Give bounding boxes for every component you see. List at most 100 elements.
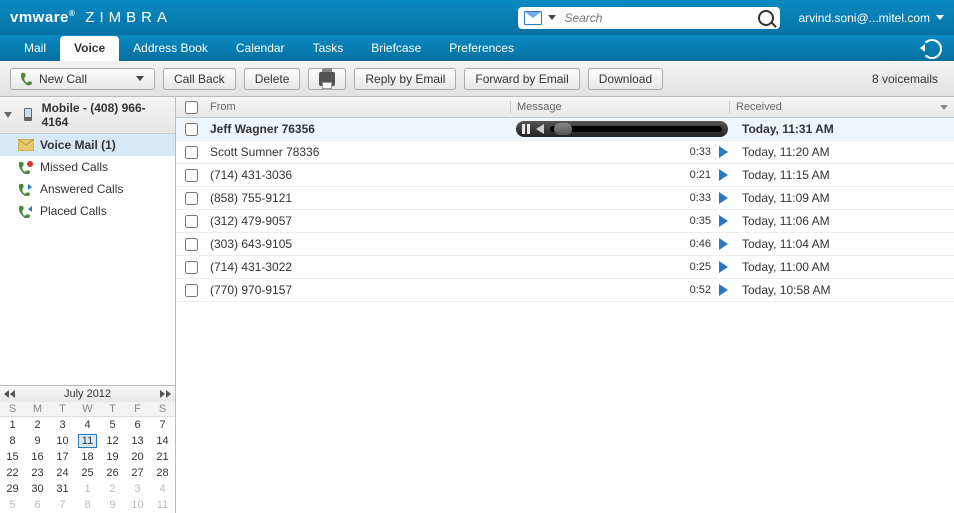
search-scope-dropdown-icon[interactable]: [548, 15, 556, 20]
calendar-day[interactable]: 6: [25, 497, 50, 513]
audio-player[interactable]: [516, 121, 728, 137]
row-checkbox[interactable]: [185, 146, 198, 159]
call-back-button[interactable]: Call Back: [163, 68, 236, 90]
message-row[interactable]: Jeff Wagner 76356Today, 11:31 AM: [176, 118, 954, 141]
calendar-day[interactable]: 22: [0, 465, 25, 481]
sidebar-item-placed[interactable]: Placed Calls: [0, 200, 175, 222]
play-icon[interactable]: [719, 284, 728, 296]
calendar-day[interactable]: 19: [100, 449, 125, 465]
calendar-day[interactable]: 4: [75, 417, 100, 434]
tab-preferences[interactable]: Preferences: [435, 36, 528, 61]
search-input[interactable]: [562, 10, 752, 26]
calendar-day[interactable]: 21: [150, 449, 175, 465]
calendar-day[interactable]: 26: [100, 465, 125, 481]
volume-icon[interactable]: [536, 124, 544, 134]
calendar-day[interactable]: 1: [75, 481, 100, 497]
tab-tasks[interactable]: Tasks: [299, 36, 358, 61]
row-checkbox[interactable]: [185, 123, 198, 136]
calendar-day[interactable]: 11: [75, 433, 100, 449]
message-row[interactable]: (770) 970-91570:52Today, 10:58 AM: [176, 279, 954, 302]
calendar-day[interactable]: 8: [75, 497, 100, 513]
calendar-day[interactable]: 30: [25, 481, 50, 497]
calendar-day[interactable]: 17: [50, 449, 75, 465]
calendar-day[interactable]: 5: [100, 417, 125, 434]
user-menu[interactable]: arvind.soni@...mitel.com: [798, 11, 944, 25]
calendar-day[interactable]: 15: [0, 449, 25, 465]
message-row[interactable]: (858) 755-91210:33Today, 11:09 AM: [176, 187, 954, 210]
column-from[interactable]: From: [206, 101, 510, 113]
calendar-day[interactable]: 23: [25, 465, 50, 481]
scrubber-track[interactable]: [550, 126, 722, 132]
calendar-day[interactable]: 13: [125, 433, 150, 449]
calendar-day[interactable]: 10: [125, 497, 150, 513]
message-row[interactable]: (303) 643-91050:46Today, 11:04 AM: [176, 233, 954, 256]
calendar-day[interactable]: 11: [150, 497, 175, 513]
calendar-day[interactable]: 10: [50, 433, 75, 449]
calendar-day[interactable]: 1: [0, 417, 25, 434]
row-checkbox[interactable]: [185, 192, 198, 205]
forward-by-email-button[interactable]: Forward by Email: [464, 68, 579, 90]
reply-by-email-button[interactable]: Reply by Email: [354, 68, 456, 90]
message-row[interactable]: Scott Sumner 783360:33Today, 11:20 AM: [176, 141, 954, 164]
row-checkbox[interactable]: [185, 261, 198, 274]
message-row[interactable]: (714) 431-30360:21Today, 11:15 AM: [176, 164, 954, 187]
calendar-day[interactable]: 7: [50, 497, 75, 513]
select-all-checkbox[interactable]: [185, 101, 198, 114]
calendar-day[interactable]: 16: [25, 449, 50, 465]
next-month-icon[interactable]: [160, 390, 165, 398]
tab-mail[interactable]: Mail: [10, 36, 60, 61]
play-icon[interactable]: [719, 238, 728, 250]
row-checkbox[interactable]: [185, 238, 198, 251]
calendar-day[interactable]: 29: [0, 481, 25, 497]
calendar-day[interactable]: 24: [50, 465, 75, 481]
play-icon[interactable]: [719, 261, 728, 273]
calendar-day[interactable]: 5: [0, 497, 25, 513]
download-button[interactable]: Download: [588, 68, 663, 90]
message-row[interactable]: (312) 479-90570:35Today, 11:06 AM: [176, 210, 954, 233]
calendar-day[interactable]: 27: [125, 465, 150, 481]
row-checkbox[interactable]: [185, 169, 198, 182]
calendar-day[interactable]: 25: [75, 465, 100, 481]
tab-address-book[interactable]: Address Book: [119, 36, 222, 61]
search-scope-mail-icon[interactable]: [524, 11, 542, 25]
calendar-day[interactable]: 28: [150, 465, 175, 481]
calendar-day[interactable]: 3: [50, 417, 75, 434]
calendar-day[interactable]: 18: [75, 449, 100, 465]
tab-briefcase[interactable]: Briefcase: [357, 36, 435, 61]
calendar-day[interactable]: 20: [125, 449, 150, 465]
sidebar-root[interactable]: Mobile - (408) 966-4164: [0, 97, 175, 134]
prev-month-icon[interactable]: [10, 390, 15, 398]
pause-icon[interactable]: [522, 124, 530, 134]
row-checkbox[interactable]: [185, 215, 198, 228]
column-message[interactable]: Message: [510, 101, 729, 113]
calendar-day[interactable]: 31: [50, 481, 75, 497]
play-icon[interactable]: [719, 192, 728, 204]
play-icon[interactable]: [719, 215, 728, 227]
new-call-button[interactable]: New Call: [10, 68, 155, 90]
message-row[interactable]: (714) 431-30220:25Today, 11:00 AM: [176, 256, 954, 279]
sidebar-item-answered[interactable]: Answered Calls: [0, 178, 175, 200]
calendar-day[interactable]: 4: [150, 481, 175, 497]
calendar-day[interactable]: 12: [100, 433, 125, 449]
reload-icon[interactable]: [922, 39, 942, 59]
sidebar-item-missed[interactable]: Missed Calls: [0, 156, 175, 178]
select-all-column[interactable]: [176, 101, 206, 114]
play-icon[interactable]: [719, 146, 728, 158]
next-year-icon[interactable]: [166, 390, 171, 398]
print-button[interactable]: [308, 68, 346, 90]
calendar-day[interactable]: 8: [0, 433, 25, 449]
search-box[interactable]: [518, 7, 780, 29]
row-checkbox[interactable]: [185, 284, 198, 297]
calendar-day[interactable]: 7: [150, 417, 175, 434]
calendar-day[interactable]: 9: [100, 497, 125, 513]
calendar-day[interactable]: 2: [25, 417, 50, 434]
calendar-day[interactable]: 14: [150, 433, 175, 449]
calendar-day[interactable]: 9: [25, 433, 50, 449]
calendar-day[interactable]: 6: [125, 417, 150, 434]
play-icon[interactable]: [719, 169, 728, 181]
calendar-day[interactable]: 2: [100, 481, 125, 497]
tab-calendar[interactable]: Calendar: [222, 36, 299, 61]
delete-button[interactable]: Delete: [244, 68, 301, 90]
prev-year-icon[interactable]: [4, 390, 9, 398]
calendar-day[interactable]: 3: [125, 481, 150, 497]
